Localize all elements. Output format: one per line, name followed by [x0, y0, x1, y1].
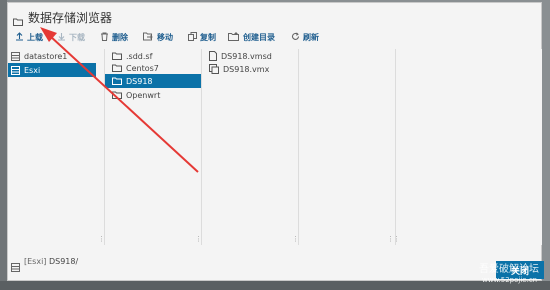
folder-icon	[112, 52, 122, 60]
datastore-label: Esxi	[24, 65, 41, 75]
folder-icon	[112, 91, 122, 99]
move-label: 移动	[157, 33, 173, 42]
file-label: DS918.vmx	[223, 64, 270, 74]
refresh-label: 刷新	[303, 33, 319, 42]
create-directory-label: 创建目录	[243, 33, 275, 42]
folder-label: .sdd.sf	[126, 51, 153, 61]
datastore-icon	[11, 65, 20, 75]
refresh-icon	[291, 32, 303, 43]
file-icon	[209, 51, 217, 61]
copy-label: 复制	[200, 33, 216, 42]
backdrop	[0, 0, 7, 290]
trash-icon	[100, 32, 112, 43]
datastore-icon	[11, 257, 20, 276]
current-path: [Esxi] DS918/	[24, 257, 78, 266]
datastore-browser-dialog: 数据存储浏览器 上载 下载 删除 移动 复制 创建目录 刷新 datastore…	[7, 2, 544, 281]
folder-label: Openwrt	[126, 90, 161, 100]
browser-panes: datastore1 Esxi ⋮⋮ .sdd.sf Centos7 DS918	[8, 49, 542, 245]
create-directory-button[interactable]: 创建目录	[228, 30, 275, 45]
dialog-title: 数据存储浏览器	[28, 11, 113, 25]
folder-label: DS918	[126, 76, 153, 86]
download-button[interactable]: 下载	[57, 30, 85, 45]
watermark-text: 吾爱破解论坛	[479, 264, 539, 275]
pane-divider	[395, 49, 396, 245]
empty-pane: ⋮⋮	[299, 49, 542, 245]
folder-item[interactable]: Centos7	[105, 61, 200, 75]
folder-open-icon	[112, 77, 122, 85]
download-label: 下载	[69, 33, 85, 42]
delete-button[interactable]: 删除	[100, 30, 128, 45]
file-item[interactable]: DS918.vmsd	[202, 49, 299, 63]
status-bar: [Esxi] DS918/	[8, 251, 541, 281]
folder-icon	[112, 64, 122, 72]
download-icon	[57, 32, 69, 43]
datastore-item[interactable]: Esxi	[8, 63, 96, 77]
title-bar: 数据存储浏览器	[8, 3, 541, 29]
datastore-label: datastore1	[24, 51, 68, 61]
move-icon	[143, 32, 157, 43]
copy-button[interactable]: 复制	[188, 30, 216, 45]
path-folder: DS918/	[48, 257, 79, 266]
datastore-icon	[11, 51, 20, 61]
upload-icon	[15, 32, 27, 43]
copy-icon	[188, 32, 200, 43]
backdrop-bottom	[0, 281, 550, 290]
resize-grip[interactable]: ⋮⋮	[387, 236, 400, 243]
folder-item[interactable]: DS918	[105, 74, 201, 88]
datastore-list: datastore1 Esxi ⋮⋮	[8, 49, 111, 245]
vm-config-icon	[209, 64, 219, 74]
path-datastore: [Esxi]	[24, 257, 47, 266]
folder-item[interactable]: Openwrt	[105, 88, 200, 102]
file-list: DS918.vmsd DS918.vmx ⋮⋮	[202, 49, 305, 245]
delete-label: 删除	[112, 33, 128, 42]
file-item[interactable]: DS918.vmx	[202, 62, 299, 76]
watermark-url: www.52pojie.cn	[482, 276, 538, 284]
refresh-button[interactable]: 刷新	[291, 30, 319, 45]
file-label: DS918.vmsd	[221, 51, 272, 61]
new-folder-icon	[228, 32, 243, 43]
upload-label: 上载	[27, 33, 43, 42]
datastore-item[interactable]: datastore1	[8, 49, 99, 63]
toolbar: 上载 下载 删除 移动 复制 创建目录 刷新	[8, 27, 541, 47]
folder-label: Centos7	[126, 63, 159, 73]
folder-list: .sdd.sf Centos7 DS918 Openwrt ⋮⋮	[105, 49, 208, 245]
upload-button[interactable]: 上载	[15, 30, 43, 45]
move-button[interactable]: 移动	[143, 30, 173, 45]
